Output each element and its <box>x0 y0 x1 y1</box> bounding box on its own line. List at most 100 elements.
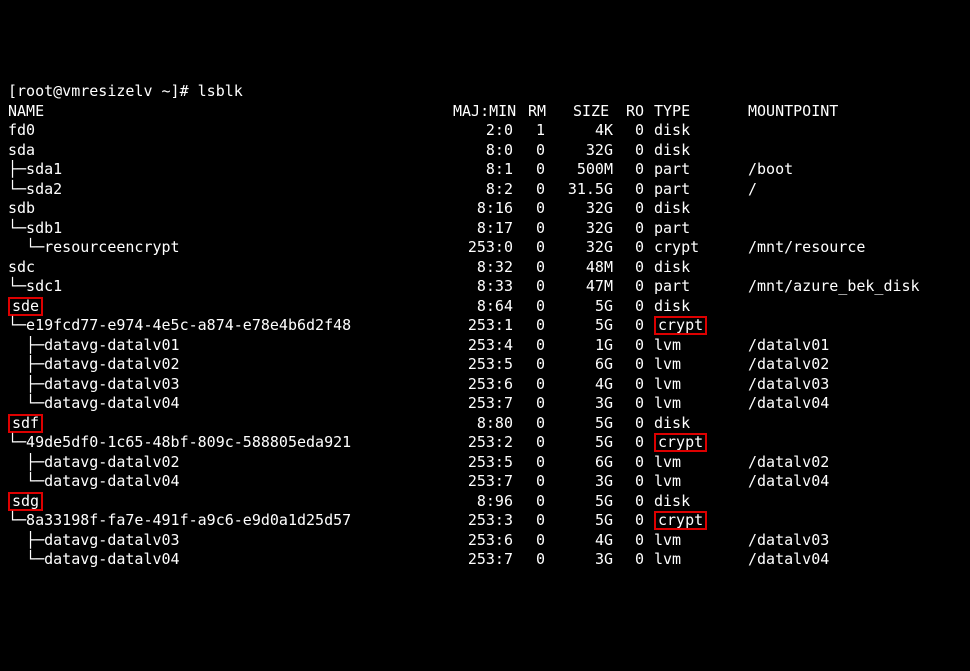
cell-name: └─datavg-datalv04 <box>8 550 180 570</box>
cell-size: 4K <box>553 121 613 141</box>
crypt-type-highlight: crypt <box>654 511 707 530</box>
cell-mountpoint: /datalv03 <box>748 375 829 395</box>
cell-mountpoint: /mnt/azure_bek_disk <box>748 277 920 297</box>
cell-type: lvm <box>654 394 681 414</box>
cell-size: 3G <box>553 550 613 570</box>
col-rm: RM <box>528 102 546 122</box>
cell-majmin: 8:96 <box>453 492 513 512</box>
cell-size: 31.5G <box>553 180 613 200</box>
cell-majmin: 253:7 <box>453 394 513 414</box>
cell-rm: 0 <box>521 238 545 258</box>
lsblk-row: ├─datavg-datalv02253:506G0lvm/datalv02 <box>8 453 962 473</box>
cell-mountpoint: /datalv01 <box>748 336 829 356</box>
cell-mountpoint: /datalv04 <box>748 472 829 492</box>
lsblk-row: └─sdb18:17032G0part <box>8 219 962 239</box>
cell-size: 48M <box>553 258 613 278</box>
cell-ro: 0 <box>620 355 644 375</box>
cell-majmin: 8:32 <box>453 258 513 278</box>
cell-name: sda <box>8 141 35 161</box>
col-majmin: MAJ:MIN <box>453 102 516 122</box>
cell-name: ├─datavg-datalv03 <box>8 375 180 395</box>
cell-type: disk <box>654 297 690 317</box>
cell-mountpoint: / <box>748 180 757 200</box>
cell-mountpoint: /datalv04 <box>748 550 829 570</box>
cell-name: └─sda2 <box>8 180 62 200</box>
lsblk-row: └─datavg-datalv04253:703G0lvm/datalv04 <box>8 394 962 414</box>
cell-type: lvm <box>654 472 681 492</box>
cell-rm: 0 <box>521 141 545 161</box>
cell-size: 6G <box>553 355 613 375</box>
cell-majmin: 253:5 <box>453 355 513 375</box>
cell-name: sdg <box>8 492 43 512</box>
cell-rm: 0 <box>521 433 545 453</box>
cell-rm: 0 <box>521 258 545 278</box>
cell-type: lvm <box>654 550 681 570</box>
cell-majmin: 8:17 <box>453 219 513 239</box>
cell-mountpoint: /datalv02 <box>748 453 829 473</box>
cell-size: 4G <box>553 531 613 551</box>
lsblk-row: ├─datavg-datalv03253:604G0lvm/datalv03 <box>8 375 962 395</box>
shell-prompt: [root@vmresizelv ~]# <box>8 82 198 100</box>
cell-majmin: 253:5 <box>453 453 513 473</box>
cell-ro: 0 <box>620 492 644 512</box>
cell-size: 47M <box>553 277 613 297</box>
cell-majmin: 2:0 <box>453 121 513 141</box>
cell-mountpoint: /mnt/resource <box>748 238 865 258</box>
cell-majmin: 8:64 <box>453 297 513 317</box>
lsblk-row: └─datavg-datalv04253:703G0lvm/datalv04 <box>8 472 962 492</box>
cell-type: crypt <box>654 511 707 531</box>
cell-name: ├─datavg-datalv02 <box>8 453 180 473</box>
prompt-line: [root@vmresizelv ~]# lsblk <box>8 82 962 102</box>
lsblk-row: sdb8:16032G0disk <box>8 199 962 219</box>
cell-rm: 0 <box>521 316 545 336</box>
lsblk-row: ├─datavg-datalv02253:506G0lvm/datalv02 <box>8 355 962 375</box>
crypt-type-highlight: crypt <box>654 316 707 335</box>
cell-type: lvm <box>654 375 681 395</box>
col-mountpoint: MOUNTPOINT <box>748 102 838 122</box>
cell-ro: 0 <box>620 258 644 278</box>
cell-type: part <box>654 160 690 180</box>
cell-type: lvm <box>654 355 681 375</box>
command: lsblk <box>198 82 243 100</box>
cell-name: ├─datavg-datalv01 <box>8 336 180 356</box>
cell-name: sdb <box>8 199 35 219</box>
cell-majmin: 253:7 <box>453 472 513 492</box>
cell-name: └─datavg-datalv04 <box>8 472 180 492</box>
cell-rm: 0 <box>521 297 545 317</box>
terminal-output: [root@vmresizelv ~]# lsblkNAMEMAJ:MINRMS… <box>8 82 962 570</box>
cell-ro: 0 <box>620 472 644 492</box>
cell-ro: 0 <box>620 219 644 239</box>
cell-rm: 0 <box>521 355 545 375</box>
cell-size: 5G <box>553 492 613 512</box>
cell-rm: 0 <box>521 453 545 473</box>
cell-size: 1G <box>553 336 613 356</box>
cell-type: lvm <box>654 336 681 356</box>
lsblk-row: └─sda28:2031.5G0part/ <box>8 180 962 200</box>
lsblk-row: ├─sda18:10500M0part/boot <box>8 160 962 180</box>
cell-name: └─8a33198f-fa7e-491f-a9c6-e9d0a1d25d57 <box>8 511 351 531</box>
cell-type: disk <box>654 141 690 161</box>
disk-name-highlight: sde <box>8 297 43 316</box>
cell-mountpoint: /datalv04 <box>748 394 829 414</box>
lsblk-row: sdg8:9605G0disk <box>8 492 962 512</box>
cell-majmin: 253:3 <box>453 511 513 531</box>
cell-size: 32G <box>553 199 613 219</box>
cell-ro: 0 <box>620 238 644 258</box>
cell-rm: 1 <box>521 121 545 141</box>
cell-size: 32G <box>553 141 613 161</box>
cell-name: └─sdb1 <box>8 219 62 239</box>
cell-name: └─resourceencrypt <box>8 238 180 258</box>
lsblk-row: sda8:0032G0disk <box>8 141 962 161</box>
col-name: NAME <box>8 102 44 122</box>
cell-size: 500M <box>553 160 613 180</box>
cell-majmin: 253:6 <box>453 375 513 395</box>
cell-ro: 0 <box>620 531 644 551</box>
cell-ro: 0 <box>620 375 644 395</box>
cell-size: 32G <box>553 238 613 258</box>
cell-type: disk <box>654 121 690 141</box>
cell-name: └─49de5df0-1c65-48bf-809c-588805eda921 <box>8 433 351 453</box>
cell-rm: 0 <box>521 550 545 570</box>
cell-type: part <box>654 180 690 200</box>
cell-ro: 0 <box>620 511 644 531</box>
cell-size: 5G <box>553 433 613 453</box>
